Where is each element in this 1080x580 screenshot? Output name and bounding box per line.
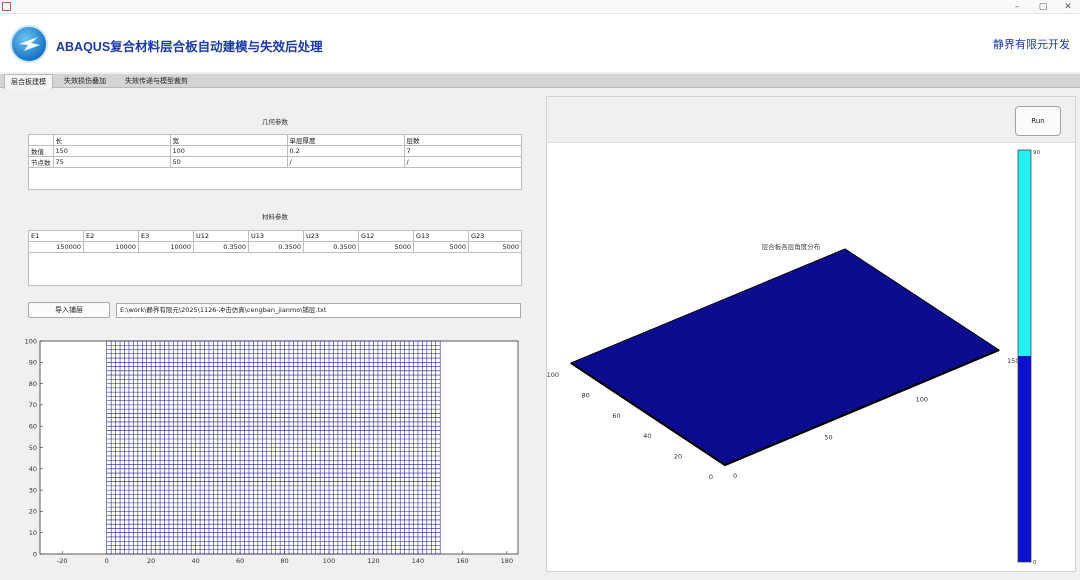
tab-failure-damage-overlay[interactable]: 失效损伤叠加 [58, 74, 112, 88]
x-tick-label: 160 [456, 557, 468, 565]
colorbar-min-label: 0 [1033, 560, 1037, 566]
logo-icon [10, 25, 48, 63]
table-cell[interactable]: 75 [52, 156, 171, 168]
material-section-title: 材料参数 [262, 213, 288, 221]
x-tick-label: 180 [501, 557, 513, 565]
column-header: G12 [358, 230, 414, 242]
laminate-surface [569, 248, 1001, 467]
y-tick-label: 90 [29, 359, 37, 367]
window-titlebar: – ▢ ✕ [0, 0, 1080, 14]
table-corner-cell [28, 134, 54, 146]
x-axis-label: 50 [824, 434, 832, 442]
y-axis-label: 60 [612, 412, 620, 420]
app-title: ABAQUS复合材料层合板自动建模与失效后处理 [56, 40, 323, 54]
y-axis-label: 20 [674, 453, 682, 461]
close-button[interactable]: ✕ [1055, 0, 1080, 14]
table-cell[interactable]: 100 [169, 145, 288, 157]
material-table[interactable]: E1 E2 E3 U12 U13 U23 G12 G13 G23 150000 … [28, 230, 522, 253]
row-header: 数值 [28, 145, 54, 157]
y-tick-label: 50 [29, 444, 37, 452]
table-cell[interactable]: 150000 [28, 241, 84, 253]
x-tick-label: -20 [57, 557, 68, 565]
y-axis-label: 80 [582, 391, 590, 399]
table-cell[interactable]: 0.3500 [303, 241, 359, 253]
maximize-button[interactable]: ▢ [1030, 0, 1056, 14]
column-header: U12 [193, 230, 249, 242]
table-cell[interactable]: 0.3500 [248, 241, 304, 253]
colorbar-lower [1018, 356, 1031, 562]
geometry-table[interactable]: 长 宽 单层厚度 层数 数值 150 100 0.2 7 节点数 75 50 /… [28, 134, 522, 168]
table-header-row: E1 E2 E3 U12 U13 U23 G12 G13 G23 [28, 230, 522, 242]
table-cell[interactable]: 0.3500 [193, 241, 249, 253]
import-layup-button[interactable]: 导入铺层 [28, 302, 110, 318]
layup-3d-plot[interactable]: 层合板各层角度分布 0 20 40 60 80 100 0 50 100 150 90 0 [547, 97, 1075, 571]
table-cell[interactable]: 50 [169, 156, 288, 168]
table-row: 150000 10000 10000 0.3500 0.3500 0.3500 … [28, 241, 522, 253]
x-tick-label: 120 [367, 557, 379, 565]
table-cell[interactable]: / [286, 156, 405, 168]
x-tick-label: 20 [147, 557, 155, 565]
colorbar: 90 0 [1017, 149, 1040, 566]
y-tick-label: 40 [29, 465, 37, 473]
y-tick-label: 60 [29, 423, 37, 431]
y-tick-label: 30 [29, 486, 37, 494]
table-header-row: 长 宽 单层厚度 层数 [28, 134, 522, 146]
geometry-section-title: 几何参数 [262, 118, 288, 126]
visualization-panel: Run 层合板各层角度分布 0 20 40 60 80 100 0 50 100 150 90 0 [546, 96, 1076, 572]
column-header: 宽 [169, 134, 288, 146]
table-row: 节点数 75 50 / / [28, 156, 522, 168]
column-header: E1 [28, 230, 84, 242]
table-cell[interactable]: 10000 [138, 241, 194, 253]
table-cell[interactable]: 5000 [413, 241, 469, 253]
x-tick-label: 100 [323, 557, 335, 565]
y-tick-label: 20 [29, 508, 37, 516]
column-header: 长 [52, 134, 171, 146]
table-cell[interactable]: 150 [52, 145, 171, 157]
layup-file-path-field[interactable]: E:\work\静界有限元\2025\1126-冲击仿真\cengban_jia… [116, 303, 521, 318]
table-cell[interactable]: 5000 [358, 241, 414, 253]
x-tick-label: 0 [105, 557, 109, 565]
column-header: G23 [468, 230, 522, 242]
table-cell[interactable]: 5000 [468, 241, 522, 253]
table-cell[interactable]: 7 [403, 145, 522, 157]
column-header: 单层厚度 [286, 134, 405, 146]
developer-label: 静界有限元开发 [993, 38, 1070, 51]
mesh-2d-plot[interactable]: -20 0 20 40 60 80 100 120 140 160 180 0 10 20 30 40 50 6… [0, 332, 540, 572]
table-cell[interactable]: 10000 [83, 241, 139, 253]
x-axis-label: 0 [733, 472, 737, 480]
y-tick-label: 100 [25, 337, 37, 345]
app-icon [2, 2, 11, 11]
y-axis-label: 40 [643, 432, 651, 440]
y-tick-label: 80 [29, 380, 37, 388]
table-cell[interactable]: 0.2 [286, 145, 405, 157]
y-tick-label: 10 [29, 529, 37, 537]
tab-failure-transfer-trim[interactable]: 失效传递与模型裁剪 [119, 74, 194, 88]
column-header: 层数 [403, 134, 522, 146]
y-axis-label: 100 [547, 371, 559, 379]
column-header: U13 [248, 230, 304, 242]
y-axis-label: 0 [709, 473, 713, 481]
table-row: 数值 150 100 0.2 7 [28, 145, 522, 157]
column-header: E2 [83, 230, 139, 242]
minimize-button[interactable]: – [1004, 0, 1030, 14]
row-header: 节点数 [28, 156, 54, 168]
x-tick-label: 40 [191, 557, 199, 565]
x-axis-label: 150 [1007, 357, 1019, 365]
x-tick-label: 60 [236, 557, 244, 565]
table-cell[interactable]: / [403, 156, 522, 168]
colorbar-upper [1018, 150, 1031, 356]
tab-laminate-modeling[interactable]: 层合板建模 [4, 74, 53, 89]
column-header: G13 [413, 230, 469, 242]
x-axis-label: 100 [916, 395, 928, 403]
y-tick-label: 70 [29, 401, 37, 409]
tab-bar: 层合板建模 失效损伤叠加 失效传递与模型裁剪 [0, 74, 1080, 89]
y-tick-label: 0 [33, 550, 37, 558]
column-header: U23 [303, 230, 359, 242]
plot-3d-title: 层合板各层角度分布 [762, 242, 821, 251]
colorbar-max-label: 90 [1033, 150, 1040, 156]
column-header: E3 [138, 230, 194, 242]
app-header: ABAQUS复合材料层合板自动建模与失效后处理 静界有限元开发 [0, 14, 1080, 72]
x-tick-label: 80 [280, 557, 288, 565]
x-tick-label: 140 [412, 557, 424, 565]
